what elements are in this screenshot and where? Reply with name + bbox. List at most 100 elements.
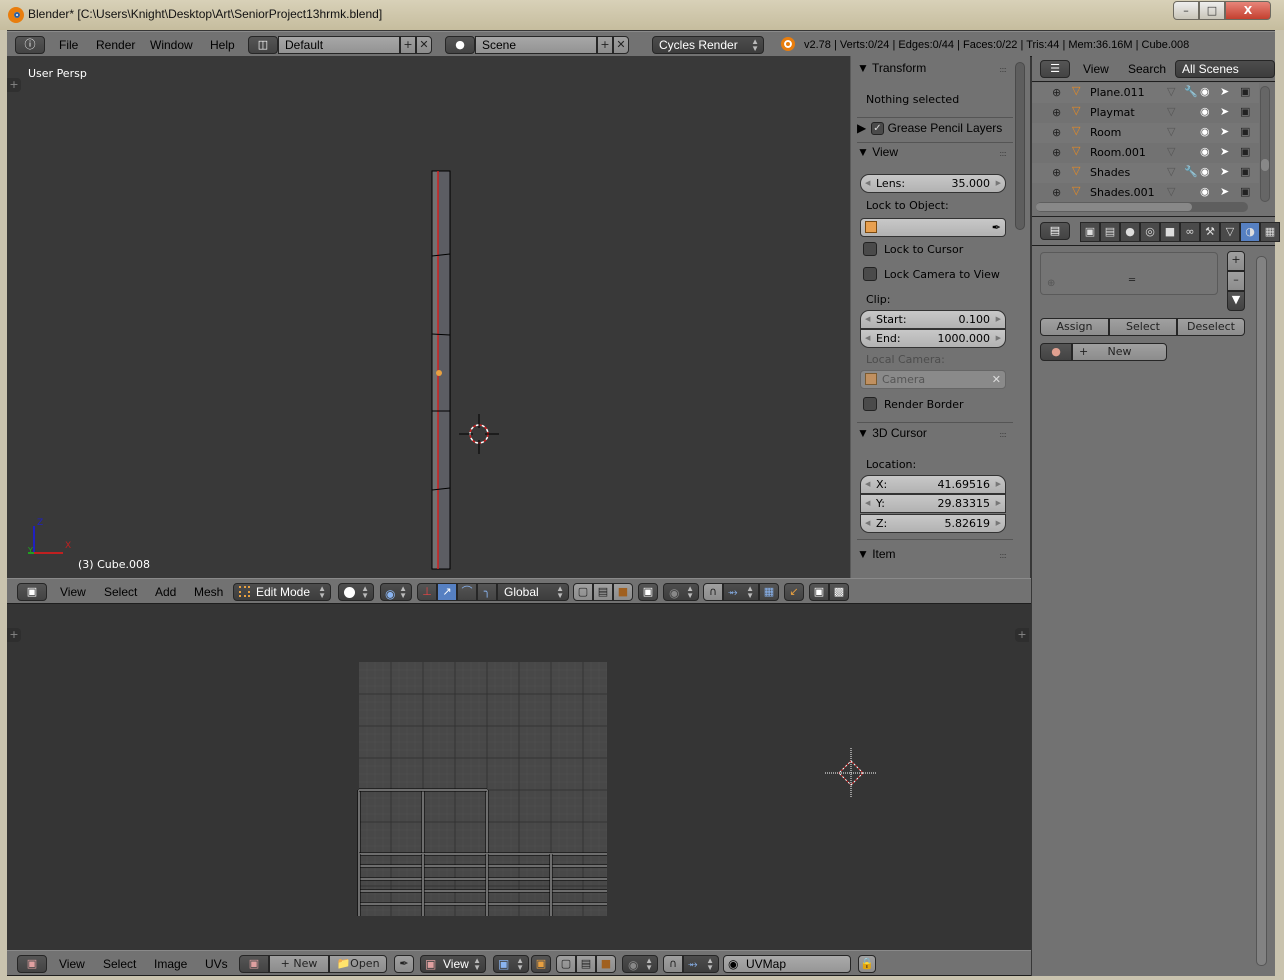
grease-pencil-checkbox[interactable]: ✓ [871,122,884,135]
assign-button[interactable]: Assign [1040,318,1109,336]
outliner-item-name[interactable]: Shades [1090,166,1130,179]
menu-add[interactable]: Add [155,585,176,599]
tab-render-layers-icon[interactable]: ▤ [1100,222,1120,242]
uvmap-field[interactable]: ◉ UVMap [723,955,851,973]
panel-grease-pencil-header[interactable]: ▶ ✓ Grease Pencil Layers [857,121,1002,135]
selectable-cursor-icon[interactable]: ➤ [1220,105,1229,118]
visibility-eye-icon[interactable]: ◉ [1200,165,1210,178]
drag-grip-icon[interactable]: :::: [999,551,1007,560]
remove-material-slot-button[interactable]: – [1227,271,1245,291]
drag-grip-icon[interactable]: :::: [999,65,1007,74]
expand-toggle-icon[interactable]: ⊕ [1052,166,1061,179]
mode-dropdown[interactable]: Edit Mode ▲ ▼ [233,583,331,601]
outliner-vscroll-thumb[interactable] [1261,159,1269,171]
uv-proportional-dropdown[interactable]: ◉ ▲ ▼ [622,955,658,973]
add-material-slot-button[interactable]: + [1227,251,1245,271]
lock-uv-button[interactable]: 🔒 [858,955,876,973]
outliner-item-name[interactable]: Room.001 [1090,146,1146,159]
uv-face-select-button[interactable]: ■ [596,955,616,973]
select-button[interactable]: Select [1109,318,1177,336]
deselect-button[interactable]: Deselect [1177,318,1245,336]
outliner-item[interactable]: ⊕ ▽ Room.001 ▽ ◉ ➤ ▣ [1032,143,1259,163]
pin-image-button[interactable]: ✒ [394,955,414,973]
delete-scene-button[interactable]: ✕ [613,36,629,54]
expand-toggle-icon[interactable]: ⊕ [1052,126,1061,139]
uv-pivot-dropdown[interactable]: ▣ ▲ ▼ [493,955,529,973]
opengl-animation-button[interactable]: ▩ [829,583,849,601]
pivot-point-dropdown[interactable]: ◉ ▲ ▼ [380,583,412,601]
uv-edge-select-button[interactable]: ▤ [576,955,596,973]
tab-data-icon[interactable]: ▽ [1220,222,1240,242]
expand-toggle-icon[interactable]: ⊕ [1052,106,1061,119]
outliner-item[interactable]: ⊕ ▽ Shades ▽ 🔧 ◉ ➤ ▣ [1032,163,1259,183]
3d-viewport[interactable]: User Persp + Z X Y (3) Cube.008 [7,56,850,578]
lens-field[interactable]: ◀ Lens: 35.000 ▶ [860,174,1006,193]
sync-selection-button[interactable]: ▣ [531,955,551,973]
snap-target-button[interactable]: ▦ [759,583,779,601]
new-image-button[interactable]: + New [269,955,329,973]
n-panel-scrollbar[interactable] [1015,62,1025,230]
material-slots-list[interactable]: ⊕ ═ [1040,252,1218,295]
menu-view[interactable]: View [60,585,86,599]
limit-selection-button[interactable]: ▣ [638,583,658,601]
uv-image-editor[interactable]: + + [7,604,1031,950]
expand-toggle-icon[interactable]: ⊕ [1052,186,1061,199]
menu-file[interactable]: File [59,38,78,52]
selectable-cursor-icon[interactable]: ➤ [1220,165,1229,178]
manipulator-toggle[interactable]: ⊥ [417,583,437,601]
visibility-eye-icon[interactable]: ◉ [1200,105,1210,118]
minimize-button[interactable]: – [1173,1,1199,20]
toolshelf-expand-button[interactable]: + [7,78,21,92]
outliner-item-name[interactable]: Playmat [1090,106,1135,119]
selectable-cursor-icon[interactable]: ➤ [1220,145,1229,158]
menu-select[interactable]: Select [104,585,137,599]
close-button[interactable]: X [1225,1,1271,20]
transform-orientation-dropdown[interactable]: Global ▲ ▼ [497,583,569,601]
selectable-cursor-icon[interactable]: ➤ [1220,85,1229,98]
snap-element-dropdown[interactable]: ⥇ ▲ ▼ [723,583,759,601]
tab-scene-icon[interactable]: ● [1120,222,1140,242]
renderable-camera-icon[interactable]: ▣ [1240,185,1250,198]
drag-grip-icon[interactable]: :::: [999,149,1007,158]
outliner-display-mode-dropdown[interactable]: All Scenes [1175,60,1275,78]
selectable-cursor-icon[interactable]: ➤ [1220,125,1229,138]
delete-layout-button[interactable]: ✕ [416,36,432,54]
snap-toggle[interactable]: ∩ [703,583,723,601]
lock-camera-to-view-checkbox[interactable] [863,267,877,281]
scale-manipulator-button[interactable]: ╮ [477,583,497,601]
outliner-item[interactable]: ⊕ ▽ Playmat ▽ ◉ ➤ ▣ [1032,103,1259,123]
panel-view-header[interactable]: ▼ View [857,145,898,159]
outliner-item-name[interactable]: Room [1090,126,1121,139]
screen-layout-selector[interactable]: ◫ [248,36,278,54]
visibility-eye-icon[interactable]: ◉ [1200,145,1210,158]
drag-grip-icon[interactable]: :::: [999,430,1007,439]
uv-snap-element-dropdown[interactable]: ⥇ ▲ ▼ [683,955,719,973]
editor-type-info-button[interactable]: ⓘ [15,36,45,54]
outliner-menu-view[interactable]: View [1083,62,1109,76]
tab-object-icon[interactable]: ■ [1160,222,1180,242]
outliner-vscrollbar[interactable] [1260,86,1270,202]
renderable-camera-icon[interactable]: ▣ [1240,165,1250,178]
menu-mesh[interactable]: Mesh [194,585,223,599]
new-material-button[interactable]: + New [1072,343,1167,361]
renderable-camera-icon[interactable]: ▣ [1240,105,1250,118]
uv-menu-view[interactable]: View [59,957,85,971]
renderable-camera-icon[interactable]: ▣ [1240,125,1250,138]
tab-world-icon[interactable]: ◎ [1140,222,1160,242]
renderable-camera-icon[interactable]: ▣ [1240,145,1250,158]
tab-constraints-icon[interactable]: ∞ [1180,222,1200,242]
expand-toggle-icon[interactable]: ⊕ [1052,146,1061,159]
outliner-item-name[interactable]: Plane.011 [1090,86,1145,99]
properties-scrollbar[interactable] [1256,256,1267,966]
lock-to-cursor-checkbox[interactable] [863,242,877,256]
tab-material-icon[interactable]: ◑ [1240,222,1260,242]
editor-type-3d-button[interactable]: ▣ [17,583,47,601]
rotate-manipulator-button[interactable]: ⌒ [457,583,477,601]
expand-toggle-icon[interactable]: ⊕ [1052,86,1061,99]
cursor-x-field[interactable]: ◀ X: 41.69516 ▶ [860,475,1006,494]
layout-name-field[interactable]: Default [278,36,400,54]
uv-snap-toggle[interactable]: ∩ [663,955,683,973]
tab-modifiers-icon[interactable]: ⚒ [1200,222,1220,242]
proportional-editing-dropdown[interactable]: ◉ ▲ ▼ [663,583,699,601]
selectable-cursor-icon[interactable]: ➤ [1220,185,1229,198]
